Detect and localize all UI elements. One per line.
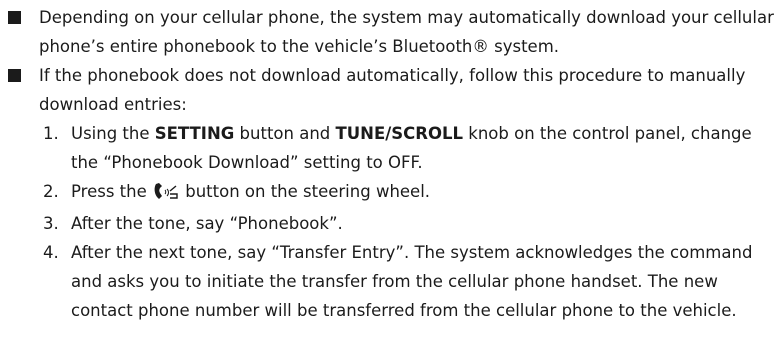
bullet-text: If the phonebook does not download autom… bbox=[39, 66, 746, 114]
document-body: Depending on your cellular phone, the sy… bbox=[0, 0, 778, 325]
step-text: button on the steering wheel. bbox=[180, 182, 431, 201]
bullet-item: If the phonebook does not download autom… bbox=[4, 61, 774, 119]
tune-scroll-knob-label: TUNE/SCROLL bbox=[335, 124, 464, 143]
step-number: 1. bbox=[43, 124, 59, 143]
step-number: 3. bbox=[43, 214, 59, 233]
step-text: After the next tone, say “Transfer Entry… bbox=[71, 243, 753, 320]
procedure-step: 1. Using the SETTING button and TUNE/SCR… bbox=[4, 119, 774, 177]
procedure-steps: 1. Using the SETTING button and TUNE/SCR… bbox=[4, 119, 774, 325]
step-text: After the tone, say “Phonebook”. bbox=[71, 214, 343, 233]
step-text: Using the bbox=[71, 124, 155, 143]
procedure-step: 2. Press the button on the steering whee… bbox=[4, 177, 774, 209]
procedure-step: 4. After the next tone, say “Transfer En… bbox=[4, 238, 774, 325]
bullet-square-icon bbox=[8, 69, 21, 82]
step-number: 2. bbox=[43, 182, 59, 201]
step-text: button and bbox=[234, 124, 336, 143]
procedure-step: 3. After the tone, say “Phonebook”. bbox=[4, 209, 774, 238]
step-number: 4. bbox=[43, 243, 59, 262]
bullet-square-icon bbox=[8, 11, 21, 24]
setting-button-label: SETTING bbox=[154, 124, 235, 143]
phone-voice-icon bbox=[153, 180, 179, 209]
step-text: Press the bbox=[71, 182, 152, 201]
bullet-text: Depending on your cellular phone, the sy… bbox=[39, 8, 774, 56]
bullet-item: Depending on your cellular phone, the sy… bbox=[4, 3, 774, 61]
